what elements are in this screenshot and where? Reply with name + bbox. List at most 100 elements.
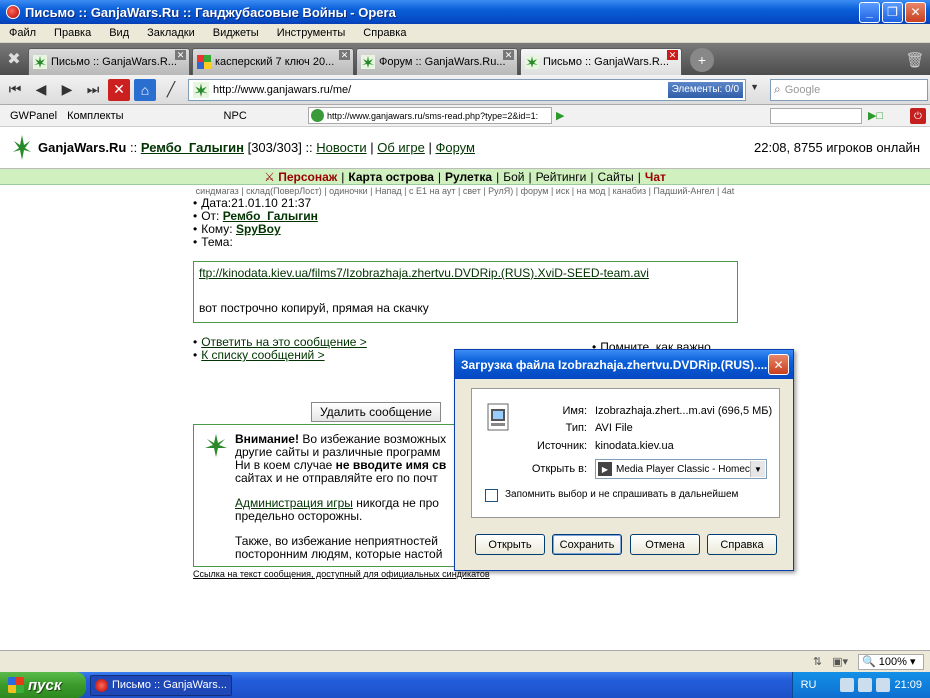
forward-icon[interactable]: ▶ bbox=[56, 79, 78, 101]
link-about[interactable]: Об игре bbox=[377, 140, 425, 155]
menu-help[interactable]: Справка bbox=[354, 27, 415, 39]
delete-message-button[interactable]: Удалить сообщение bbox=[311, 402, 441, 422]
syndicate-link[interactable]: Ссылка на текст сообщения, доступный для… bbox=[193, 569, 490, 579]
search-field[interactable]: ⌕ Google bbox=[770, 78, 928, 101]
download-dialog: Загрузка файла Izobrazhaja.zhertvu.DVDRi… bbox=[454, 349, 794, 571]
close-window-button[interactable]: ✕ bbox=[905, 1, 926, 23]
home-icon[interactable]: ⌂ bbox=[134, 78, 156, 101]
google-icon bbox=[197, 55, 211, 69]
tab-letter-1[interactable]: Письмо :: GanjaWars.R... ✕ bbox=[28, 48, 190, 75]
menu-tools[interactable]: Инструменты bbox=[268, 27, 355, 39]
panel-url-field[interactable]: http://www.ganjawars.ru/sms-read.php?typ… bbox=[308, 107, 552, 124]
panel-bar: GWPanel Комплекты NPC http://www.ganjawa… bbox=[0, 105, 930, 127]
nav-roulette[interactable]: Рулетка bbox=[445, 170, 492, 184]
language-indicator[interactable]: RU bbox=[801, 679, 817, 691]
nav-chat[interactable]: Чат bbox=[645, 170, 666, 184]
tab-close-icon[interactable]: ✕ bbox=[339, 50, 350, 60]
start-button[interactable]: пуск bbox=[0, 672, 86, 698]
message-actions: Ответить на это сообщение > К списку соо… bbox=[193, 336, 367, 362]
open-button[interactable]: Открыть bbox=[475, 534, 545, 555]
remember-checkbox[interactable] bbox=[485, 489, 498, 502]
chevron-down-icon[interactable]: ▼ bbox=[750, 82, 759, 92]
nav-personazh[interactable]: ⚔ Персонаж bbox=[264, 170, 337, 184]
file-type: AVI File bbox=[595, 422, 633, 434]
panel-npc[interactable]: NPC bbox=[224, 110, 247, 122]
tab-bar: ✖ Письмо :: GanjaWars.R... ✕ касперский … bbox=[0, 43, 930, 75]
player-nick[interactable]: Рембо_Галыгин bbox=[141, 140, 244, 155]
menu-file[interactable]: Файл bbox=[0, 27, 45, 39]
cancel-button[interactable]: Отмена bbox=[630, 534, 700, 555]
player-hp: [303/303] bbox=[247, 140, 302, 155]
menu-bookmarks[interactable]: Закладки bbox=[138, 27, 204, 39]
dialog-close-button[interactable]: ✕ bbox=[768, 354, 789, 375]
system-tray: RU 21:09 bbox=[791, 672, 930, 698]
menu-view[interactable]: Вид bbox=[100, 27, 138, 39]
sender-link[interactable]: Рембо_Галыгин bbox=[223, 209, 318, 223]
admin-link[interactable]: Администрация игры bbox=[235, 496, 353, 510]
maximize-button[interactable]: ❐ bbox=[882, 1, 903, 23]
tab-letter-active[interactable]: Письмо :: GanjaWars.R... ✕ bbox=[520, 48, 682, 75]
rewind-icon[interactable]: ⏮ bbox=[4, 79, 26, 101]
address-text: http://www.ganjawars.ru/me/ bbox=[213, 83, 352, 96]
tab-close-icon[interactable]: ✕ bbox=[667, 50, 678, 60]
antivirus-icon[interactable] bbox=[858, 678, 873, 692]
leaf-icon bbox=[33, 55, 47, 69]
open-with-label: Открыть в: bbox=[531, 463, 587, 475]
stop-icon[interactable]: ✕ bbox=[108, 78, 130, 101]
nav-sites[interactable]: Сайты bbox=[597, 170, 633, 184]
panel-input[interactable] bbox=[770, 108, 862, 124]
ftp-link[interactable]: ftp://kinodata.kiev.ua/films7/Izobrazhaj… bbox=[199, 266, 732, 280]
main-nav: ⚔ Персонаж | Карта острова | Рулетка | Бой |… bbox=[0, 169, 930, 185]
window-title: Письмо :: GanjaWars.Ru :: Ганджубасовые … bbox=[25, 4, 396, 20]
link-forum[interactable]: Форум bbox=[435, 140, 475, 155]
nav-map[interactable]: Карта острова bbox=[348, 170, 433, 184]
refresh-icon[interactable] bbox=[311, 109, 324, 122]
ganja-leaf-icon bbox=[205, 434, 227, 457]
tab-close-icon[interactable]: ✕ bbox=[175, 50, 186, 60]
tools-icon[interactable]: ✖ bbox=[0, 43, 28, 75]
network-icon[interactable] bbox=[840, 678, 855, 692]
nav-ratings[interactable]: Рейтинги bbox=[536, 170, 587, 184]
leaf-icon bbox=[193, 81, 209, 98]
help-button[interactable]: Справка bbox=[707, 534, 777, 555]
tab-close-icon[interactable]: ✕ bbox=[503, 50, 514, 60]
sub-nav[interactable]: синдмагаз | склад(ПоверЛост) | одиночки … bbox=[0, 185, 930, 198]
elements-counter[interactable]: Элементы: 0/0 bbox=[667, 81, 743, 98]
address-field[interactable]: http://www.ganjawars.ru/me/ Элементы: 0/… bbox=[188, 78, 759, 101]
wand-icon[interactable]: ╱ bbox=[160, 79, 182, 101]
menu-widgets[interactable]: Виджеты bbox=[204, 27, 268, 39]
menu-edit[interactable]: Правка bbox=[45, 27, 100, 39]
new-tab-button[interactable]: + bbox=[690, 48, 714, 72]
reply-link[interactable]: Ответить на это сообщение > bbox=[201, 335, 367, 349]
chevron-down-icon[interactable]: ▼ bbox=[750, 461, 765, 477]
panel-gwpanel[interactable]: GWPanel bbox=[10, 110, 57, 122]
message-meta: Дата:21.01.10 21:37 От: Рембо_Галыгин Ко… bbox=[193, 197, 318, 249]
panel-toggle-icon[interactable]: ⇅ bbox=[813, 655, 822, 668]
back-icon[interactable]: ◀ bbox=[30, 79, 52, 101]
opera-icon bbox=[6, 5, 20, 19]
volume-icon[interactable] bbox=[876, 678, 891, 692]
minimize-button[interactable]: _ bbox=[859, 1, 880, 23]
name-label: Имя: bbox=[562, 405, 587, 417]
panel-komplekty[interactable]: Комплекты bbox=[67, 110, 123, 122]
trash-icon[interactable]: 🗑 bbox=[900, 45, 930, 75]
leaf-icon bbox=[361, 55, 375, 69]
media-player-icon: ▶ bbox=[598, 462, 612, 476]
power-icon[interactable]: ⏻ bbox=[910, 108, 926, 124]
save-button[interactable]: Сохранить bbox=[552, 534, 622, 555]
zoom-control[interactable]: 🔍 100% ▾ bbox=[858, 653, 924, 670]
open-with-select[interactable]: ▶ Media Player Classic - Homecine ▼ bbox=[595, 459, 767, 479]
message-text: вот построчно копируй, прямая на скачку bbox=[199, 301, 429, 315]
image-toggle-icon[interactable]: ▣▾ bbox=[832, 655, 848, 668]
nav-battle[interactable]: Бой bbox=[503, 170, 524, 184]
message-list-link[interactable]: К списку сообщений > bbox=[201, 348, 324, 362]
tab-forum[interactable]: Форум :: GanjaWars.Ru... ✕ bbox=[356, 48, 518, 75]
link-news[interactable]: Новости bbox=[316, 140, 366, 155]
search-icon: ⌕ bbox=[774, 82, 781, 96]
tab-kaspersky[interactable]: касперский 7 ключ 20... ✕ bbox=[192, 48, 354, 75]
go-icon[interactable]: ▶ bbox=[556, 109, 564, 122]
fast-forward-icon[interactable]: ⏭ bbox=[82, 79, 104, 101]
play-icon[interactable]: ▶□ bbox=[868, 109, 883, 122]
taskbar-item-opera[interactable]: Письмо :: GanjaWars... bbox=[90, 674, 232, 696]
recipient-link[interactable]: SpyBoy bbox=[236, 222, 281, 236]
